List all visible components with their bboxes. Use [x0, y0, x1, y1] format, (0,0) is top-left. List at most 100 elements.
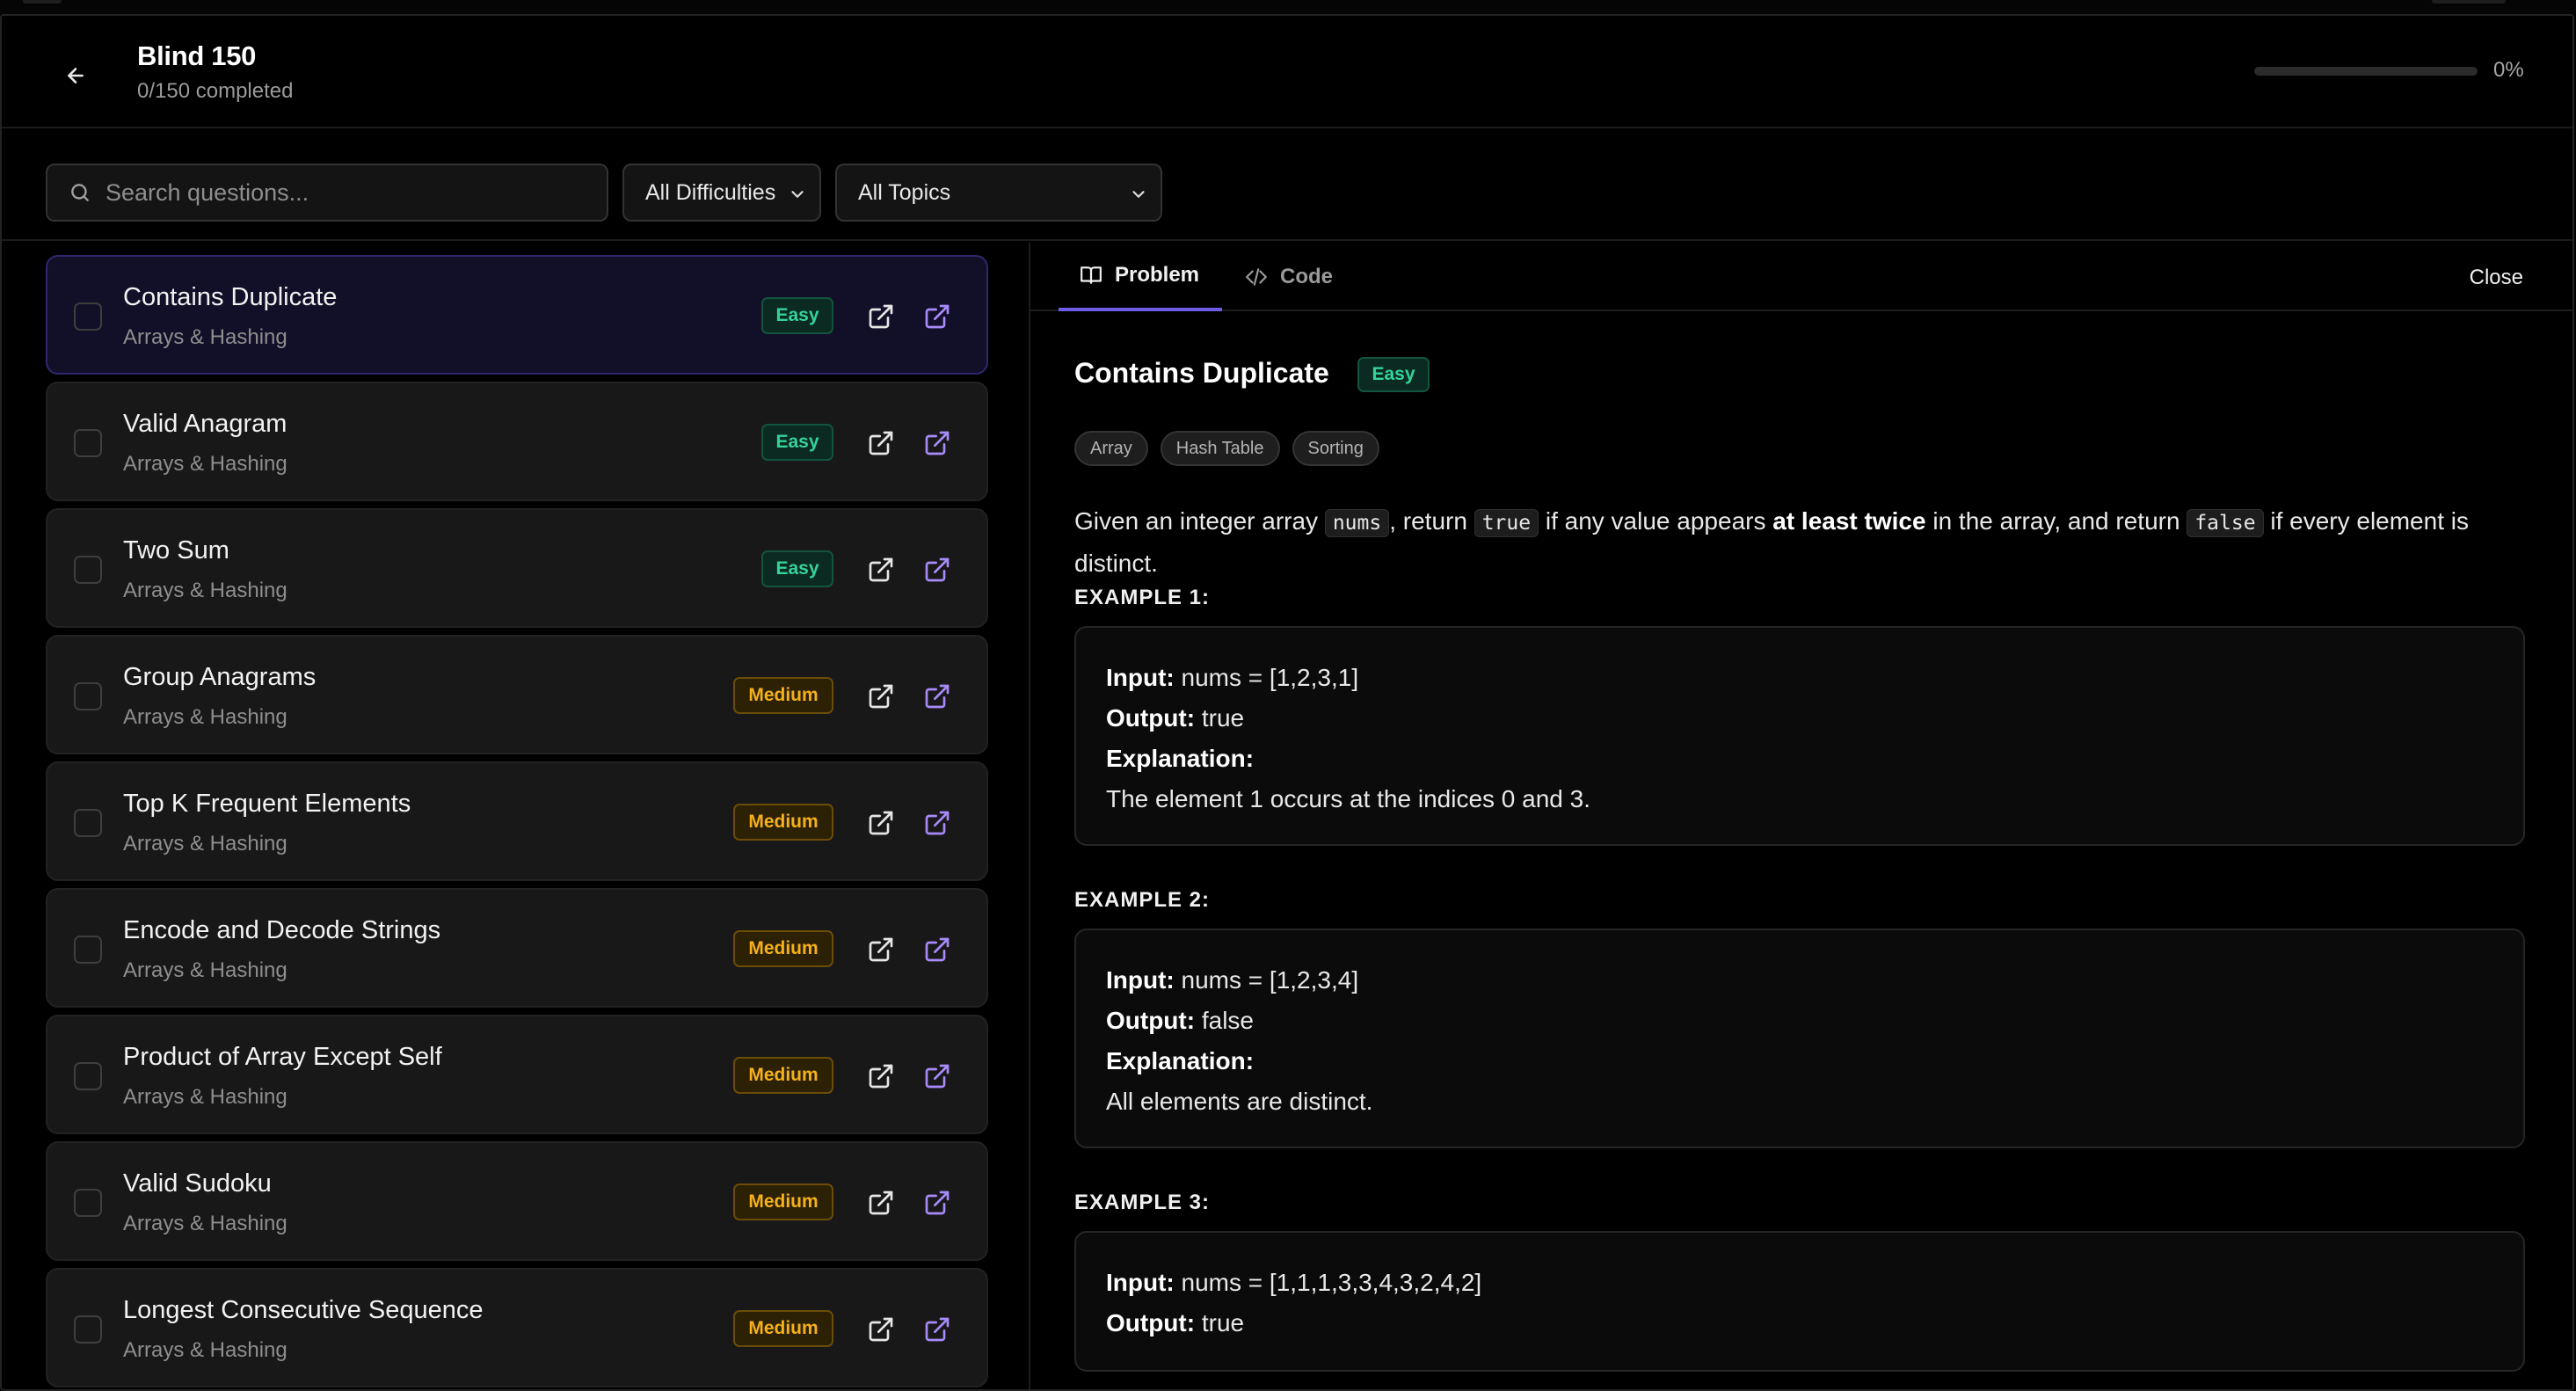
completion-checkbox[interactable] — [74, 682, 102, 710]
tag-chip[interactable]: Array — [1074, 431, 1148, 466]
output-label: Output: — [1106, 704, 1196, 732]
example-input: Input: nums = [1,2,3,1] — [1106, 658, 2493, 698]
open-leetcode-link[interactable] — [867, 1189, 895, 1217]
arrow-left-icon — [68, 68, 84, 84]
tab-code-label: Code — [1280, 265, 1333, 288]
external-link-icon — [925, 557, 950, 582]
question-card[interactable]: Product of Array Except Self Arrays & Has… — [46, 1015, 988, 1134]
completion-checkbox[interactable] — [74, 1062, 102, 1090]
tag-list: Array Hash Table Sorting — [1074, 431, 1379, 466]
question-card[interactable]: Encode and Decode Strings Arrays & Hashin… — [46, 888, 988, 1008]
difficulty-select-value: All Difficulties — [645, 179, 776, 205]
question-topic: Arrays & Hashing — [123, 579, 287, 602]
open-leetcode-link[interactable] — [867, 809, 895, 837]
difficulty-badge: Easy — [761, 297, 833, 334]
open-neetcode-link[interactable] — [923, 936, 951, 964]
external-link-icon — [925, 811, 950, 835]
open-neetcode-link[interactable] — [923, 429, 951, 457]
open-neetcode-link[interactable] — [923, 809, 951, 837]
completion-checkbox[interactable] — [74, 556, 102, 584]
question-title: Top K Frequent Elements — [123, 790, 411, 818]
external-link-icon — [869, 1064, 893, 1089]
question-card[interactable]: Longest Consecutive Sequence Arrays & Has… — [46, 1268, 988, 1387]
difficulty-badge: Medium — [733, 677, 833, 714]
example-3-label: EXAMPLE 3: — [1074, 1191, 1211, 1214]
completion-count: 0/150 completed — [137, 79, 294, 103]
external-link-icon — [869, 304, 893, 329]
question-card[interactable]: Two Sum Arrays & Hashing Easy — [46, 508, 988, 628]
open-neetcode-link[interactable] — [923, 682, 951, 710]
difficulty-select[interactable]: All Difficulties — [622, 164, 821, 222]
example-1-box: Input: nums = [1,2,3,1] Output: true Exp… — [1074, 626, 2525, 846]
topic-select[interactable]: All Topics — [835, 164, 1162, 222]
explanation-label-text: Explanation: — [1106, 745, 1255, 772]
open-leetcode-link[interactable] — [867, 682, 895, 710]
completion-checkbox[interactable] — [74, 809, 102, 837]
question-card[interactable]: Group Anagrams Arrays & Hashing Medium — [46, 635, 988, 754]
example-2-label: EXAMPLE 2: — [1074, 888, 1211, 912]
open-leetcode-link[interactable] — [867, 1062, 895, 1090]
question-card[interactable]: Contains Duplicate Arrays & Hashing Easy — [46, 255, 988, 375]
example-2-box: Input: nums = [1,2,3,4] Output: false Ex… — [1074, 929, 2525, 1148]
back-button[interactable] — [56, 56, 95, 95]
explanation-label: Explanation: — [1106, 739, 2493, 779]
open-leetcode-link[interactable] — [867, 936, 895, 964]
tab-code[interactable]: Code — [1245, 243, 1333, 311]
problem-description: Given an integer array nums, return true… — [1074, 501, 2525, 584]
completion-checkbox[interactable] — [74, 1315, 102, 1344]
output-value: true — [1201, 1309, 1245, 1336]
detail-tabs: Problem Code Close — [1030, 243, 2572, 311]
close-button[interactable]: Close — [2470, 266, 2523, 290]
completion-checkbox[interactable] — [74, 1189, 102, 1217]
difficulty-badge: Medium — [733, 930, 833, 967]
problem-detail-pane: Problem Code Close Contains Duplicate Ea… — [1029, 243, 2572, 1389]
chevron-down-icon — [791, 191, 804, 198]
inline-code: nums — [1324, 509, 1390, 537]
description-text: in the array, and return — [1925, 507, 2187, 535]
explanation-text: All elements are distinct. — [1106, 1088, 1373, 1115]
external-link-icon — [925, 937, 950, 962]
search-input[interactable] — [106, 178, 598, 207]
open-leetcode-link[interactable] — [867, 302, 895, 331]
external-link-icon — [869, 1317, 893, 1342]
explanation-text: The element 1 occurs at the indices 0 an… — [1106, 785, 1590, 812]
example-3-box: Input: nums = [1,1,1,3,3,4,3,2,4,2] Outp… — [1074, 1231, 2525, 1372]
question-card[interactable]: Valid Sudoku Arrays & Hashing Medium — [46, 1141, 988, 1261]
open-leetcode-link[interactable] — [867, 1315, 895, 1344]
window-top-strip — [0, 0, 2576, 14]
question-card[interactable]: Valid Anagram Arrays & Hashing Easy — [46, 382, 988, 501]
open-leetcode-link[interactable] — [867, 429, 895, 457]
tag-chip[interactable]: Sorting — [1292, 431, 1379, 466]
external-link-icon — [925, 1191, 950, 1215]
question-title: Longest Consecutive Sequence — [123, 1296, 484, 1324]
question-card[interactable]: Top K Frequent Elements Arrays & Hashing M… — [46, 761, 988, 881]
open-neetcode-link[interactable] — [923, 1062, 951, 1090]
open-neetcode-link[interactable] — [923, 1189, 951, 1217]
open-neetcode-link[interactable] — [923, 302, 951, 331]
open-neetcode-link[interactable] — [923, 556, 951, 584]
description-text: , return — [1389, 507, 1474, 535]
question-topic: Arrays & Hashing — [123, 958, 287, 982]
external-link-icon — [925, 1064, 950, 1089]
tag-chip[interactable]: Hash Table — [1160, 431, 1280, 466]
question-topic: Arrays & Hashing — [123, 832, 287, 856]
open-neetcode-link[interactable] — [923, 1315, 951, 1344]
question-topic: Arrays & Hashing — [123, 705, 287, 729]
question-title: Product of Array Except Self — [123, 1043, 442, 1071]
input-label: Input: — [1106, 1269, 1175, 1296]
example-output: Output: true — [1106, 698, 2493, 739]
tab-problem[interactable]: Problem — [1059, 243, 1222, 311]
search-box[interactable] — [46, 164, 608, 222]
difficulty-badge: Medium — [733, 1310, 833, 1347]
completion-checkbox[interactable] — [74, 936, 102, 964]
open-leetcode-link[interactable] — [867, 556, 895, 584]
completion-checkbox[interactable] — [74, 429, 102, 457]
completion-checkbox[interactable] — [74, 302, 102, 331]
question-topic: Arrays & Hashing — [123, 1085, 287, 1109]
search-icon — [71, 184, 89, 201]
description-text: if any value appears — [1539, 507, 1773, 535]
input-value: nums = [1,2,3,4] — [1181, 966, 1359, 994]
external-link-icon — [925, 1317, 950, 1342]
external-link-icon — [869, 937, 893, 962]
example-input: Input: nums = [1,2,3,4] — [1106, 960, 2493, 1001]
